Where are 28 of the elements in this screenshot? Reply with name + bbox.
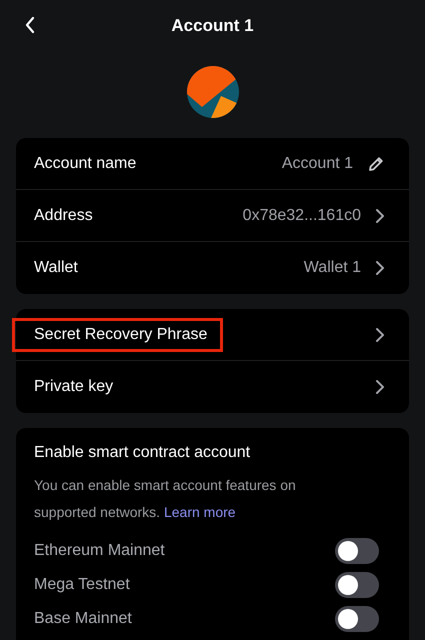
account-detail-row[interactable]: Wallet Wallet 1 bbox=[16, 242, 409, 294]
row-label: Account name bbox=[34, 154, 136, 174]
learn-more-link[interactable]: Learn more bbox=[164, 504, 236, 520]
chevron-right-icon bbox=[375, 208, 385, 224]
edit-icon[interactable] bbox=[367, 154, 385, 172]
account-avatar bbox=[186, 66, 238, 118]
section-title: Enable smart contract account bbox=[34, 444, 252, 462]
toggle-switch[interactable] bbox=[335, 572, 379, 598]
row-value: Account 1 bbox=[282, 154, 353, 172]
toggle-switch[interactable] bbox=[335, 606, 379, 632]
network-label: Ethereum Mainnet bbox=[34, 542, 165, 560]
page-title: Account 1 bbox=[171, 16, 254, 36]
row-value: 0x78e32...161c0 bbox=[242, 206, 361, 224]
account-detail-row[interactable]: Account name Account 1 bbox=[16, 138, 409, 190]
chevron-right-icon bbox=[375, 379, 385, 395]
row-value: Wallet 1 bbox=[304, 259, 361, 277]
network-label: Base Mainnet bbox=[34, 610, 132, 628]
row-label: Address bbox=[34, 206, 93, 226]
row-label: Wallet bbox=[34, 258, 78, 278]
network-label: Mega Testnet bbox=[34, 576, 130, 594]
security-row[interactable]: Secret Recovery Phrase bbox=[16, 309, 409, 361]
account-detail-row[interactable]: Address 0x78e32...161c0 bbox=[16, 190, 409, 242]
chevron-right-icon bbox=[375, 260, 385, 276]
toggle-switch[interactable] bbox=[335, 538, 379, 564]
description-text: You can enable smart account features on supported networks. Learn more bbox=[34, 476, 297, 522]
chevron-right-icon bbox=[375, 326, 385, 342]
row-label: Private key bbox=[34, 377, 114, 397]
security-row[interactable]: Private key bbox=[16, 361, 409, 413]
